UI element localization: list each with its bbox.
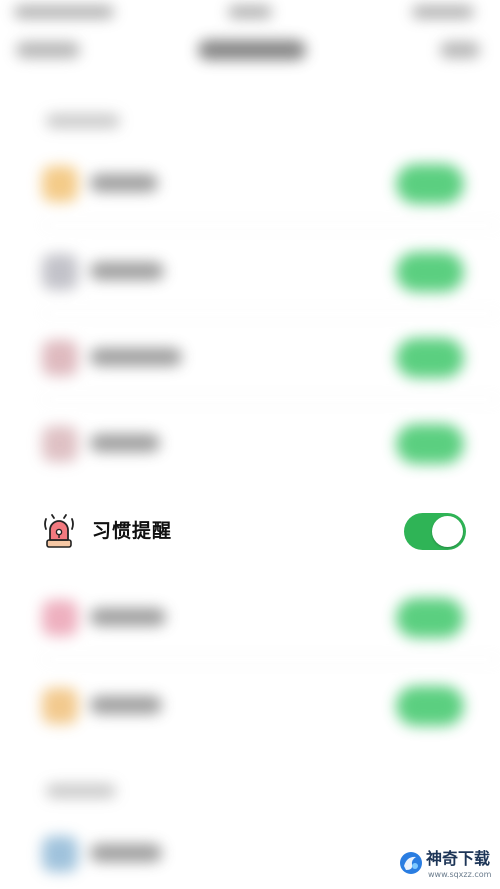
toggle-switch[interactable] [396, 164, 464, 204]
watermark: 神奇下载 www.sqxzz.com [398, 848, 498, 886]
pink-icon [42, 426, 78, 462]
status-right [412, 6, 474, 18]
orange-icon [42, 688, 78, 724]
section-header [46, 114, 120, 128]
setting-label: 习惯提醒 [92, 520, 173, 542]
alarm-bell-icon [38, 510, 80, 552]
setting-label [90, 696, 162, 714]
setting-label [90, 262, 164, 280]
watermark-url: www.sqxzz.com [428, 870, 492, 879]
habit-reminder-toggle[interactable] [404, 513, 466, 550]
page-title [198, 40, 306, 60]
toggle-switch[interactable] [396, 424, 464, 464]
gray-icon [42, 254, 78, 290]
toggle-switch[interactable] [396, 252, 464, 292]
toggle-knob [432, 516, 463, 547]
settings-screen: 习惯提醒 神奇下载 www.sqxzz.com [0, 0, 500, 889]
nav-action-button[interactable] [440, 42, 480, 58]
blurred-background [0, 0, 500, 889]
toggle-switch[interactable] [396, 338, 464, 378]
setting-label [90, 608, 166, 626]
setting-row-habit-reminder[interactable]: 习惯提醒 [0, 500, 500, 564]
section-header [46, 784, 116, 798]
divider [42, 399, 500, 400]
navigation-bar [0, 34, 500, 70]
toggle-switch[interactable] [396, 686, 464, 726]
setting-row[interactable] [0, 152, 500, 226]
setting-label [90, 434, 160, 452]
setting-label [90, 844, 162, 862]
setting-row[interactable] [0, 586, 500, 660]
setting-row[interactable] [0, 240, 500, 314]
setting-row[interactable] [0, 326, 500, 400]
setting-row[interactable] [0, 412, 500, 472]
divider [42, 225, 500, 226]
yellow-icon [42, 166, 78, 202]
setting-row[interactable] [0, 674, 500, 734]
status-time [228, 6, 272, 18]
setting-label [90, 174, 158, 192]
status-bar [0, 0, 500, 28]
setting-label [90, 348, 182, 366]
pink-icon [42, 600, 78, 636]
pink-icon [42, 340, 78, 376]
toggle-switch[interactable] [396, 598, 464, 638]
back-button[interactable] [16, 42, 80, 58]
watermark-brand: 神奇下载 [426, 849, 491, 868]
divider [42, 659, 500, 660]
status-left [14, 6, 114, 18]
blue-icon [42, 836, 78, 872]
blue-swirl-logo-icon [398, 850, 424, 876]
divider [42, 313, 500, 314]
